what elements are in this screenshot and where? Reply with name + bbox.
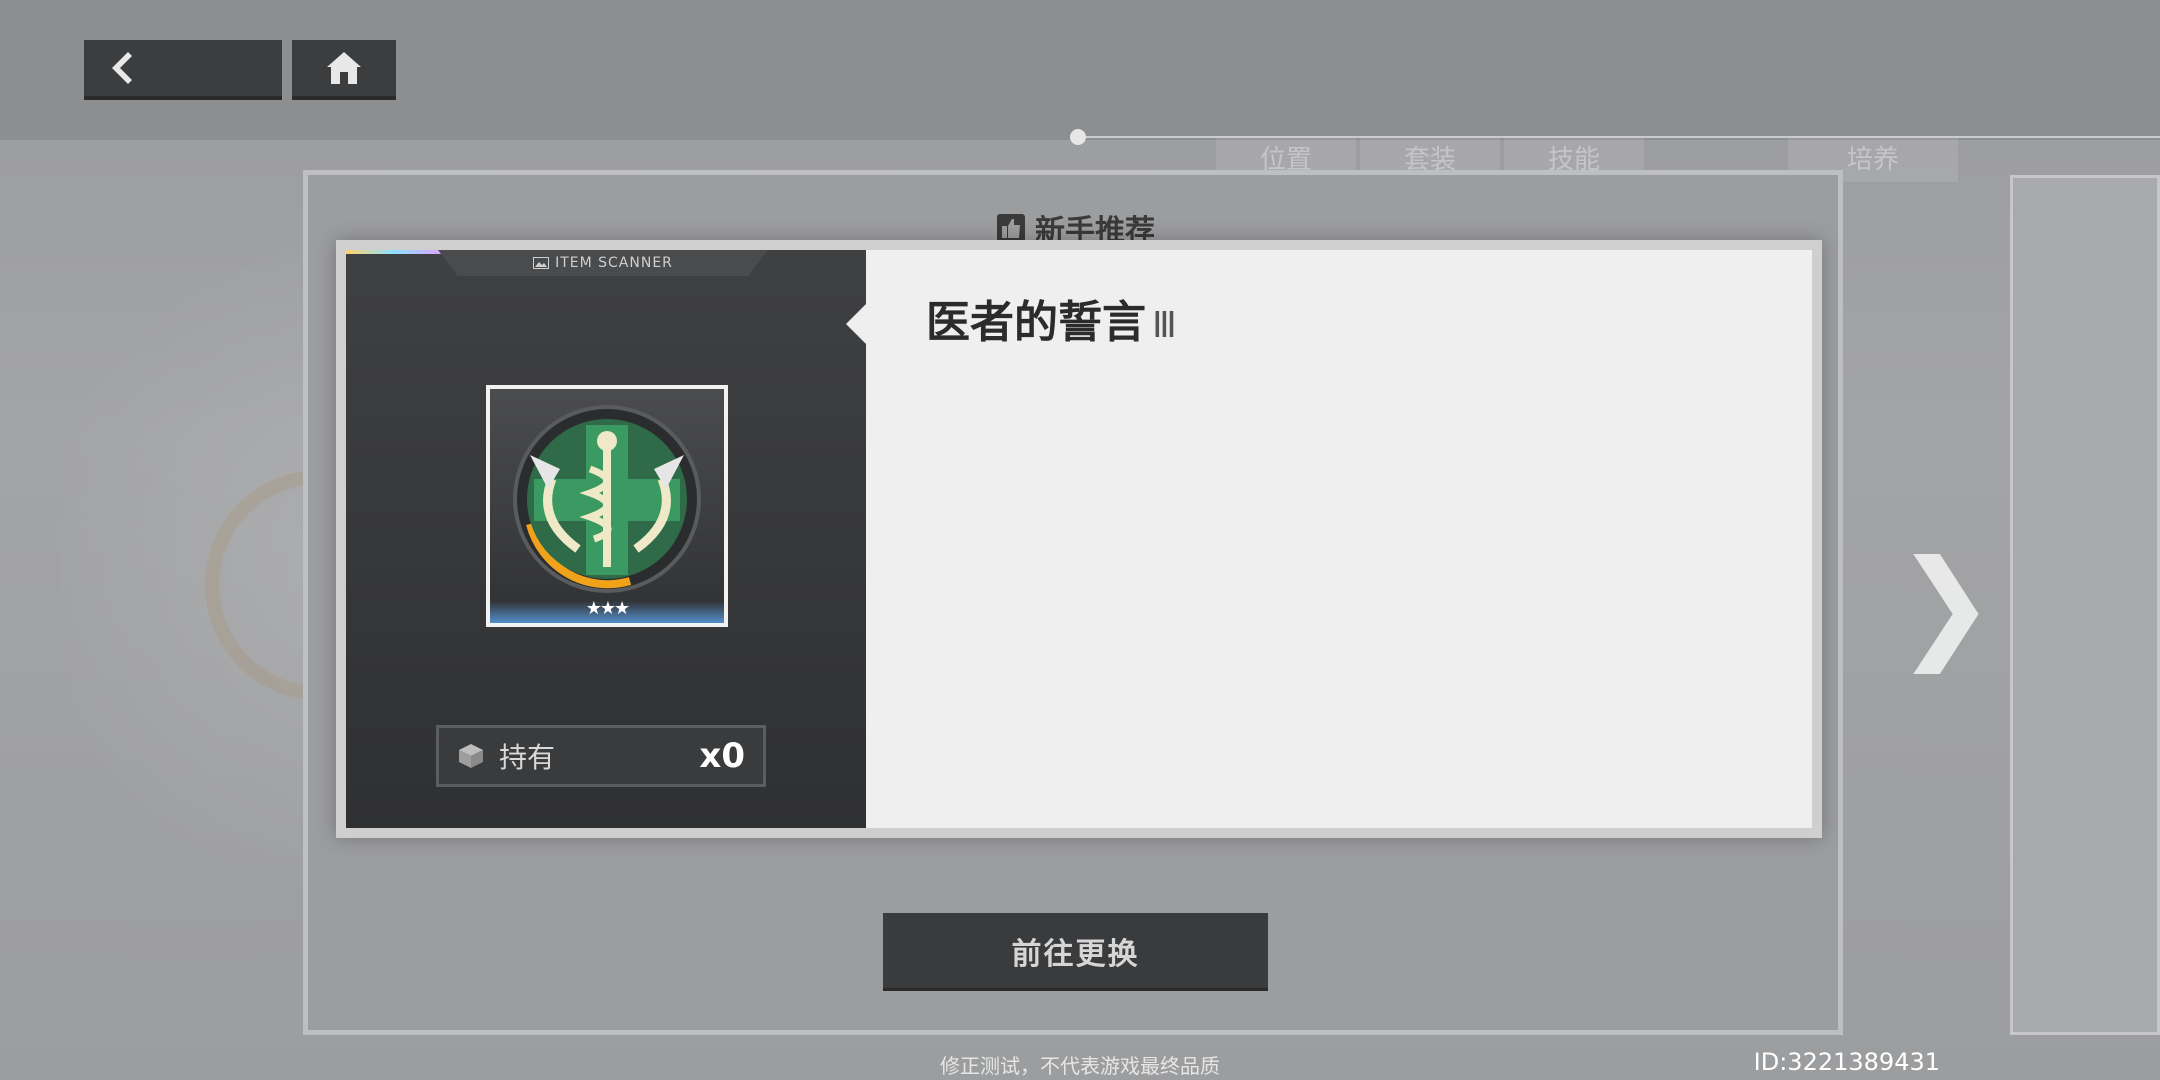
owned-count-bar: 持有 x0 <box>436 725 766 787</box>
item-name-text: 医者的誓言 <box>926 297 1146 348</box>
box-icon <box>459 744 483 768</box>
item-scanner-tab: ITEM SCANNER <box>438 250 768 276</box>
medic-oath-badge-icon <box>513 405 701 593</box>
item-card: ITEM SCANNER ★★★ 持有 x0 医者的誓言 Ⅲ <box>336 240 1822 838</box>
user-id: ID:3221389431 <box>1753 1048 1940 1076</box>
item-scanner-label: ITEM SCANNER <box>555 255 673 271</box>
chevron-left-icon <box>112 52 132 84</box>
home-button[interactable] <box>292 40 396 100</box>
item-detail-panel: 医者的誓言 Ⅲ <box>846 250 1812 828</box>
go-replace-button[interactable]: 前往更换 <box>883 913 1268 991</box>
background-side-card <box>2010 175 2160 1035</box>
owned-label: 持有 <box>499 741 556 774</box>
owned-count: x0 <box>699 736 745 776</box>
item-preview-panel: ITEM SCANNER ★★★ 持有 x0 <box>346 250 866 828</box>
item-icon-frame[interactable]: ★★★ <box>486 385 728 627</box>
background-divider-dot <box>1070 129 1086 145</box>
back-button[interactable] <box>84 40 282 100</box>
image-icon <box>533 257 550 269</box>
detail-pointer <box>846 304 866 344</box>
home-icon <box>327 52 361 84</box>
item-name: 医者的誓言 Ⅲ <box>926 286 1177 350</box>
rarity-stars: ★★★ <box>585 598 630 619</box>
item-tier: Ⅲ <box>1152 305 1177 346</box>
next-arrow-icon: ❯ <box>1895 535 1996 674</box>
